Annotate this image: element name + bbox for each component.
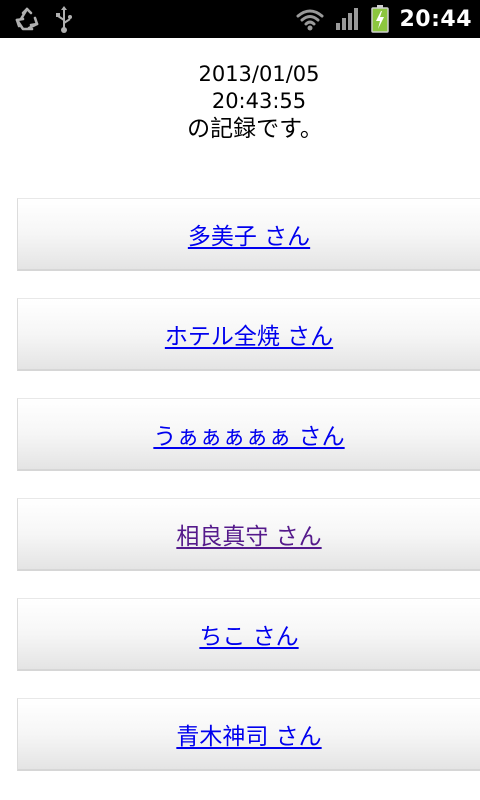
wifi-icon xyxy=(295,7,325,31)
list-item[interactable]: ちこ さん xyxy=(17,598,480,671)
record-date: 2013/01/05 xyxy=(198,62,320,86)
list-item[interactable]: 相良真守 さん xyxy=(17,498,480,571)
record-time: 20:43:55 xyxy=(211,89,307,113)
list-item[interactable]: ホテル全焼 さん xyxy=(17,298,480,371)
record-suffix: の記録です。 xyxy=(187,116,323,142)
record-header: 2013/01/05 20:43:55 の記録です。 xyxy=(0,60,480,144)
list-item[interactable]: 青木神司 さん xyxy=(17,698,480,771)
user-link-3[interactable]: 相良真守 さん xyxy=(176,517,321,551)
list-item[interactable]: 多美子 さん xyxy=(17,198,480,271)
list-item[interactable]: うぁぁぁぁぁ さん xyxy=(17,398,480,471)
recycle-icon xyxy=(14,7,40,33)
user-link-1[interactable]: ホテル全焼 さん xyxy=(165,317,333,351)
user-link-0[interactable]: 多美子 さん xyxy=(188,217,310,251)
user-list: 多美子 さん ホテル全焼 さん うぁぁぁぁぁ さん 相良真守 さん ちこ さん … xyxy=(17,198,480,798)
status-time: 20:44 xyxy=(399,6,472,32)
usb-icon xyxy=(54,6,74,34)
battery-charging-icon xyxy=(371,5,390,33)
user-link-4[interactable]: ちこ さん xyxy=(199,617,298,651)
status-bar: 20:44 xyxy=(0,0,480,38)
user-link-5[interactable]: 青木神司 さん xyxy=(176,717,321,751)
user-link-2[interactable]: うぁぁぁぁぁ さん xyxy=(153,417,344,451)
signal-icon xyxy=(335,7,361,31)
